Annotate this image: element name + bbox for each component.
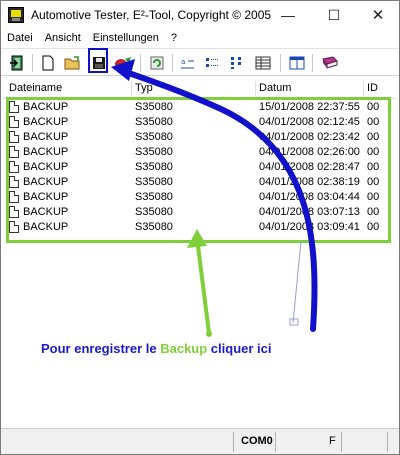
tree-view-icon[interactable] bbox=[227, 52, 249, 74]
status-divider bbox=[275, 432, 276, 452]
caption-suffix: cliquer ici bbox=[207, 341, 272, 356]
list-header: Dateiname Typ Datum ID bbox=[3, 79, 397, 99]
com-port-status: COM0 bbox=[241, 435, 273, 447]
refresh-icon[interactable] bbox=[146, 52, 168, 74]
new-file-icon[interactable] bbox=[37, 52, 59, 74]
menu-help[interactable]: ? bbox=[165, 29, 183, 47]
column-divider[interactable] bbox=[363, 81, 364, 97]
toolbar-separator bbox=[140, 54, 141, 72]
close-button[interactable]: ✕ bbox=[357, 1, 399, 29]
toolbar-separator bbox=[172, 54, 173, 72]
status-divider bbox=[387, 432, 388, 452]
status-bar: COM0 F bbox=[1, 428, 399, 454]
menu-datei[interactable]: Datei bbox=[1, 29, 39, 47]
details-view-icon[interactable] bbox=[252, 52, 274, 74]
column-header-typ[interactable]: Typ bbox=[135, 82, 153, 94]
column-divider[interactable] bbox=[255, 81, 256, 97]
window-title: Automotive Tester, E²-Tool, Copyright © … bbox=[31, 8, 272, 22]
caption-prefix: Pour enregistrer le bbox=[41, 341, 161, 356]
small-icons-view-icon[interactable]: a bbox=[177, 52, 199, 74]
column-header-datum[interactable]: Datum bbox=[259, 82, 291, 94]
toolbar: a bbox=[1, 48, 399, 76]
book-icon[interactable] bbox=[319, 52, 341, 74]
svg-text:a: a bbox=[181, 58, 185, 66]
column-divider[interactable] bbox=[131, 81, 132, 97]
caption-keyword: Backup bbox=[160, 341, 208, 356]
list-view-icon[interactable] bbox=[202, 52, 224, 74]
save-button-highlight bbox=[88, 48, 108, 73]
menu-ansicht[interactable]: Ansicht bbox=[39, 29, 87, 47]
open-folder-icon[interactable] bbox=[62, 52, 84, 74]
window-icon[interactable] bbox=[286, 52, 308, 74]
status-divider bbox=[341, 432, 342, 452]
menu-bar: Datei Ansicht Einstellungen ? bbox=[1, 29, 399, 47]
exit-door-icon[interactable] bbox=[7, 52, 29, 74]
minimize-button[interactable]: — bbox=[267, 1, 309, 29]
status-mark: F bbox=[329, 435, 336, 447]
toolbar-separator bbox=[32, 54, 33, 72]
app-icon bbox=[8, 7, 24, 23]
backup-rows-highlight bbox=[6, 97, 391, 243]
column-header-id[interactable]: ID bbox=[367, 82, 378, 94]
status-divider bbox=[233, 432, 234, 452]
toolbar-separator bbox=[280, 54, 281, 72]
maximize-button[interactable]: ☐ bbox=[313, 1, 355, 29]
record-icon[interactable] bbox=[112, 52, 134, 74]
column-header-dateiname[interactable]: Dateiname bbox=[9, 82, 62, 94]
toolbar-separator bbox=[312, 54, 313, 72]
title-bar: Automotive Tester, E²-Tool, Copyright © … bbox=[1, 1, 399, 29]
menu-einstellungen[interactable]: Einstellungen bbox=[87, 29, 165, 47]
app-window: Automotive Tester, E²-Tool, Copyright © … bbox=[0, 0, 400, 455]
instruction-caption: Pour enregistrer le Backup cliquer ici bbox=[41, 341, 272, 356]
